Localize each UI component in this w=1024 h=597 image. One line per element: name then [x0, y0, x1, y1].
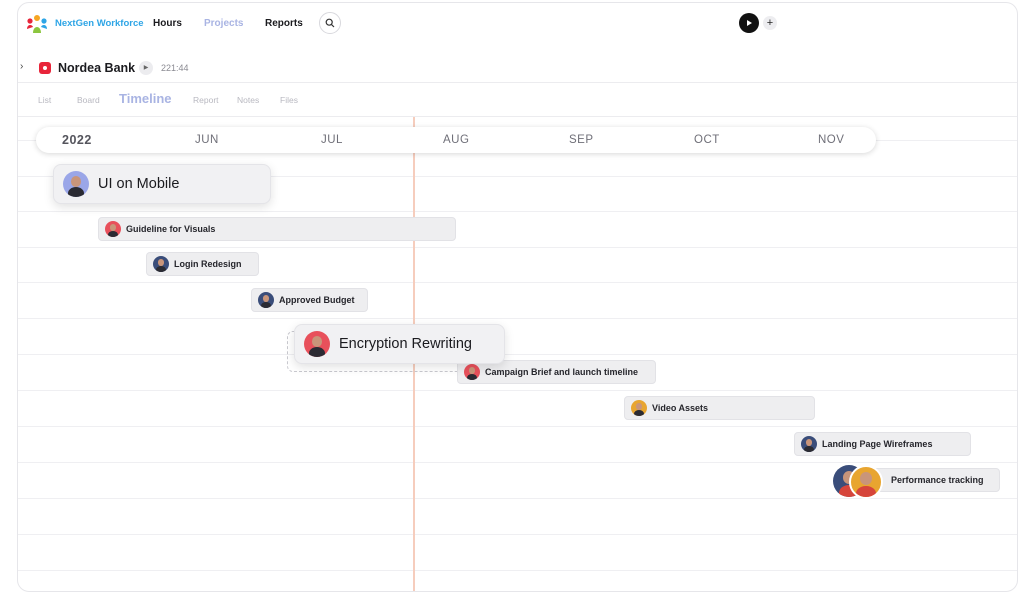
month-label: OCT [694, 134, 720, 146]
task-label: Performance tracking [891, 475, 984, 485]
tab-notes[interactable]: Notes [237, 95, 259, 105]
avatar [464, 364, 480, 380]
tab-board[interactable]: Board [77, 95, 100, 105]
grid-row-line [18, 570, 1017, 571]
app-window: NextGen Workforce Hours Projects Reports… [17, 2, 1018, 592]
avatar [304, 331, 330, 357]
month-label: JUL [321, 134, 343, 146]
tab-report[interactable]: Report [193, 95, 219, 105]
month-label: NOV [818, 134, 845, 146]
avatar [258, 292, 274, 308]
grid-row-line [18, 247, 1017, 248]
avatar [105, 221, 121, 237]
search-icon [325, 18, 335, 28]
task-bar[interactable]: Guideline for Visuals [98, 217, 456, 241]
task-bar[interactable]: Video Assets [624, 396, 815, 420]
task-label: Landing Page Wireframes [822, 439, 933, 449]
task-bar[interactable]: Login Redesign [146, 252, 259, 276]
divider [18, 82, 1017, 83]
expand-chevron-icon[interactable]: › [20, 61, 23, 72]
task-bar[interactable]: Landing Page Wireframes [794, 432, 971, 456]
month-label: SEP [569, 134, 594, 146]
grid-row-line [18, 211, 1017, 212]
avatar [631, 400, 647, 416]
avatar [849, 465, 883, 499]
grid-row-line [18, 390, 1017, 391]
task-label: Campaign Brief and launch timeline [485, 367, 639, 377]
people-logo-icon[interactable] [26, 13, 48, 35]
month-label: AUG [443, 134, 470, 146]
avatar [63, 171, 89, 197]
task-label: Encryption Rewriting [339, 336, 472, 352]
task-bar[interactable]: UI on Mobile [53, 164, 271, 204]
grid-row-line [18, 534, 1017, 535]
play-icon [747, 20, 752, 26]
avatar-group[interactable] [833, 464, 891, 500]
task-label: Login Redesign [174, 259, 242, 269]
avatar [153, 256, 169, 272]
task-label: UI on Mobile [98, 176, 180, 192]
top-navigation: NextGen Workforce Hours Projects Reports… [18, 3, 1017, 47]
brand-name[interactable]: NextGen Workforce [55, 18, 144, 29]
nav-hours[interactable]: Hours [153, 18, 182, 29]
month-header[interactable]: 2022 JUN JUL AUG SEP OCT NOV [36, 127, 876, 153]
add-button[interactable]: + [763, 16, 777, 30]
nav-reports[interactable]: Reports [265, 18, 303, 29]
task-label: Video Assets [652, 403, 709, 413]
task-label: Guideline for Visuals [126, 224, 216, 234]
project-header: › Nordea Bank ▶ 221:44 [18, 55, 1017, 83]
divider [18, 116, 1017, 117]
project-time-total: 221:44 [161, 63, 189, 73]
avatar [801, 436, 817, 452]
grid-row-line [18, 354, 1017, 355]
tab-files[interactable]: Files [280, 95, 298, 105]
tab-list[interactable]: List [38, 95, 51, 105]
task-label: Approved Budget [279, 295, 355, 305]
project-play-button[interactable]: ▶ [139, 61, 153, 75]
year-label: 2022 [62, 133, 92, 147]
grid-row-line [18, 318, 1017, 319]
project-color-badge [39, 62, 51, 74]
month-label: JUN [195, 134, 219, 146]
grid-row-line [18, 282, 1017, 283]
tab-timeline[interactable]: Timeline [119, 91, 172, 106]
grid-row-line [18, 426, 1017, 427]
task-bar[interactable]: Approved Budget [251, 288, 368, 312]
grid-row-line [18, 462, 1017, 463]
task-bar-dragging[interactable]: Encryption Rewriting [294, 324, 505, 364]
nav-projects[interactable]: Projects [204, 18, 243, 29]
search-button[interactable] [319, 12, 341, 34]
view-tabs: List Board Timeline Report Notes Files [18, 89, 1017, 111]
project-name[interactable]: Nordea Bank [58, 61, 135, 75]
timer-play-button[interactable] [739, 13, 759, 33]
